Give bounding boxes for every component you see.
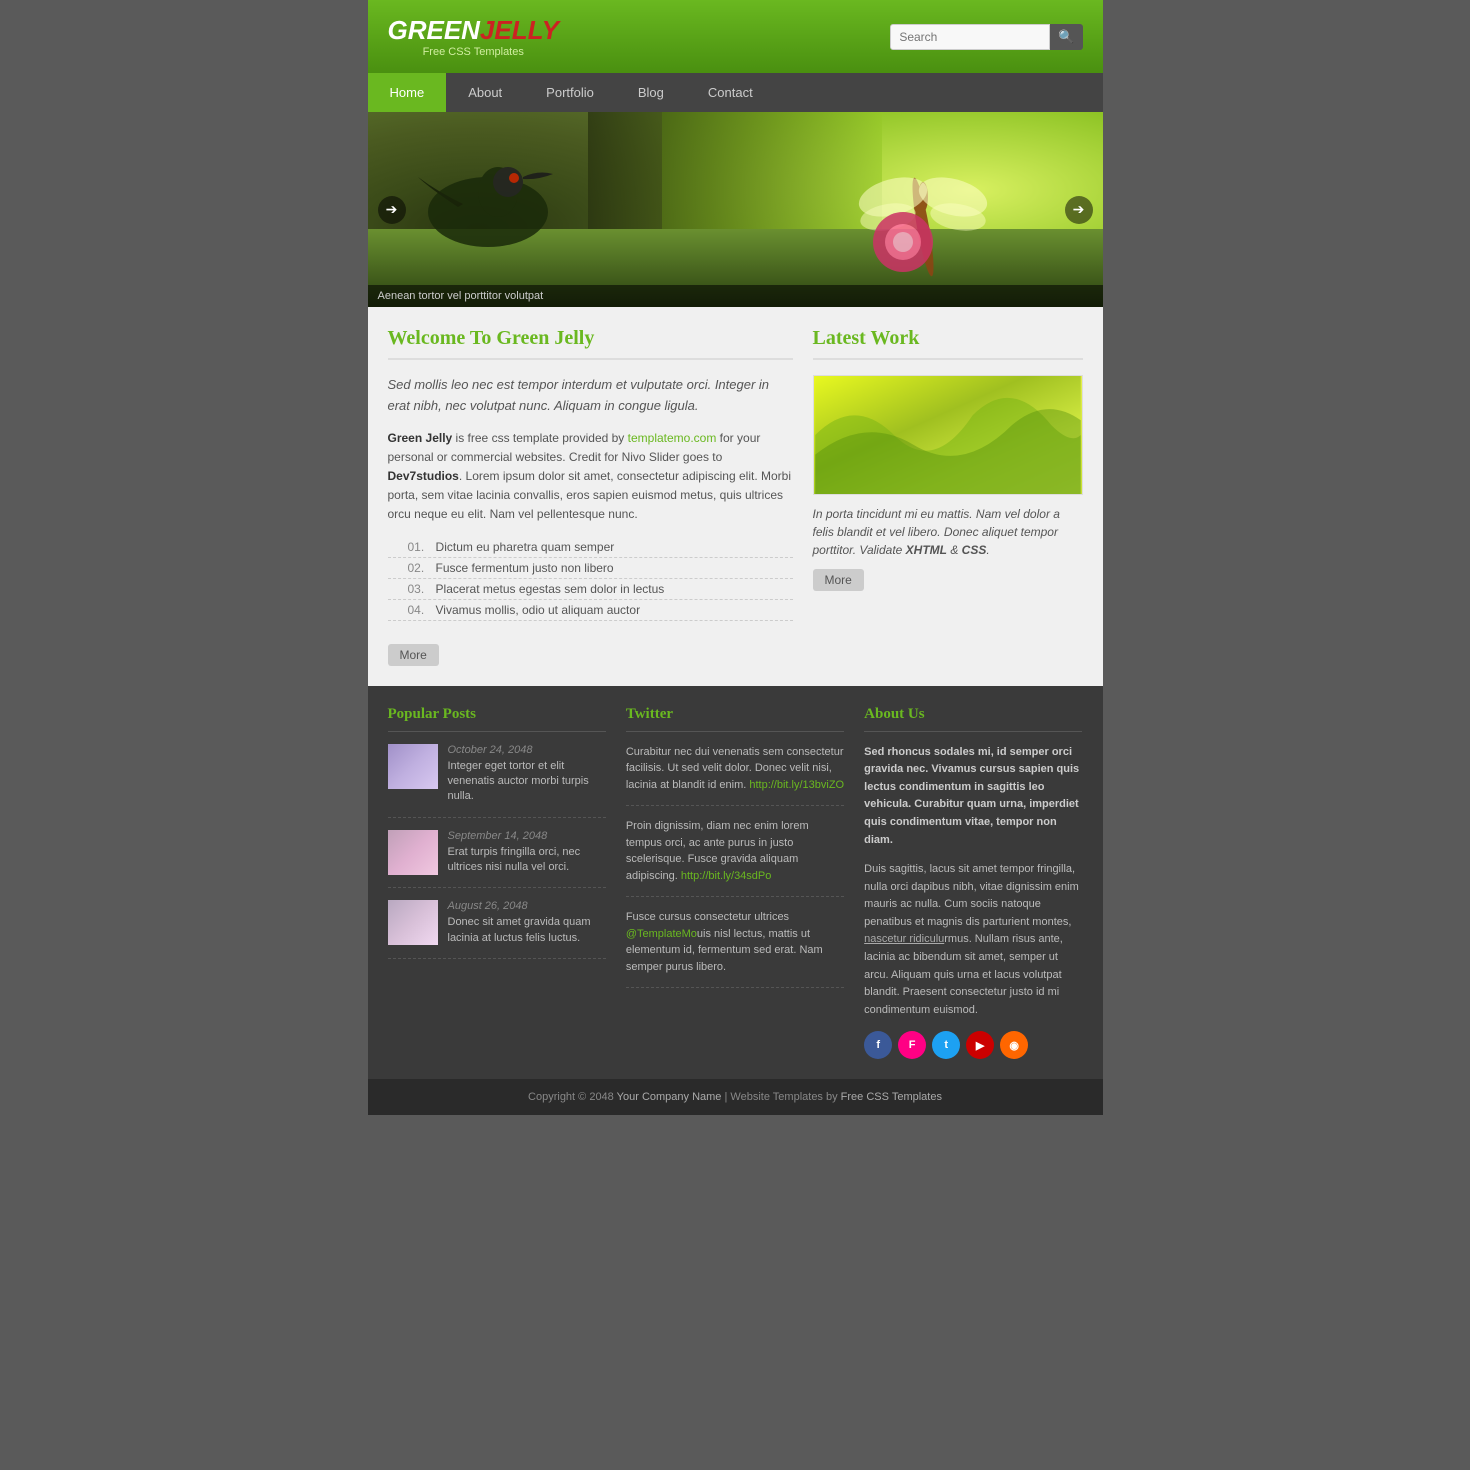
flower-image	[853, 197, 953, 287]
post-text: Erat turpis fringilla orci, nec ultrices…	[448, 845, 606, 876]
tweet-item: Fusce cursus consectetur ultrices @Templ…	[626, 909, 844, 988]
rss-icon[interactable]: ◉	[1000, 1031, 1028, 1059]
tweet-link[interactable]: http://bit.ly/34sdPo	[681, 870, 772, 882]
list-item: 02. Fusce fermentum justo non libero	[388, 558, 793, 579]
post-content: October 24, 2048 Integer eget tortor et …	[448, 744, 606, 805]
nav-link-about[interactable]: About	[446, 73, 524, 112]
welcome-more-button[interactable]: More	[388, 644, 439, 666]
slider-prev-button[interactable]: ➔	[378, 196, 406, 224]
youtube-icon[interactable]: ▶	[966, 1031, 994, 1059]
dev7studios-link[interactable]: Dev7studios	[388, 469, 459, 483]
list-item: 03. Placerat metus egestas sem dolor in …	[388, 579, 793, 600]
nav-link-portfolio[interactable]: Portfolio	[524, 73, 616, 112]
nav-item-portfolio[interactable]: Portfolio	[524, 73, 616, 112]
nav-item-home[interactable]: Home	[368, 73, 447, 112]
latest-work-section: Latest Work	[813, 327, 1083, 666]
brand-name: Green Jelly	[388, 431, 453, 445]
welcome-section: Welcome To Green Jelly Sed mollis leo ne…	[388, 327, 793, 666]
post-item: October 24, 2048 Integer eget tortor et …	[388, 744, 606, 818]
post-thumbnail	[388, 744, 438, 789]
footer-sections: Popular Posts October 24, 2048 Integer e…	[368, 686, 1103, 1080]
post-item: September 14, 2048 Erat turpis fringilla…	[388, 830, 606, 889]
welcome-body: Green Jelly is free css template provide…	[388, 429, 793, 525]
twitter-handle: @TemplateMo	[626, 928, 697, 940]
work-more-button[interactable]: More	[813, 569, 864, 591]
templates-link[interactable]: Free CSS Templates	[841, 1091, 942, 1103]
latest-work-title: Latest Work	[813, 327, 1083, 360]
about-us-section: About Us Sed rhoncus sodales mi, id semp…	[864, 706, 1082, 1060]
work-preview-image	[813, 375, 1083, 495]
about-para-1: Sed rhoncus sodales mi, id semper orci g…	[864, 744, 1082, 850]
twitter-title: Twitter	[626, 706, 844, 732]
post-date: September 14, 2048	[448, 830, 606, 842]
post-text: Donec sit amet gravida quam lacinia at l…	[448, 915, 606, 946]
social-icons-group: f F t ▶ ◉	[864, 1031, 1082, 1059]
nav-link-home[interactable]: Home	[368, 73, 447, 112]
list-item: 01. Dictum eu pharetra quam semper	[388, 537, 793, 558]
post-content: September 14, 2048 Erat turpis fringilla…	[448, 830, 606, 876]
popular-posts-section: Popular Posts October 24, 2048 Integer e…	[388, 706, 606, 1060]
about-link[interactable]: nascetur ridiculu	[864, 933, 944, 945]
main-content: Welcome To Green Jelly Sed mollis leo ne…	[368, 307, 1103, 686]
about-para-2: Duis sagittis, lacus sit amet tempor fri…	[864, 861, 1082, 1019]
logo-green: GREEN	[388, 15, 480, 45]
nav-link-contact[interactable]: Contact	[686, 73, 775, 112]
facebook-icon[interactable]: f	[864, 1031, 892, 1059]
search-area: 🔍	[890, 24, 1082, 50]
tweet-link[interactable]: http://bit.ly/13bviZO	[749, 779, 844, 791]
search-input[interactable]	[890, 24, 1050, 50]
footer-copyright: Copyright © 2048 Your Company Name | Web…	[368, 1079, 1103, 1115]
nav-item-contact[interactable]: Contact	[686, 73, 775, 112]
work-caption: In porta tincidunt mi eu mattis. Nam vel…	[813, 505, 1083, 559]
nav-item-blog[interactable]: Blog	[616, 73, 686, 112]
welcome-title: Welcome To Green Jelly	[388, 327, 793, 360]
logo-tagline: Free CSS Templates	[388, 46, 559, 58]
post-text: Integer eget tortor et elit venenatis au…	[448, 759, 606, 805]
list-item: 04. Vivamus mollis, odio ut aliquam auct…	[388, 600, 793, 621]
about-us-title: About Us	[864, 706, 1082, 732]
copyright-text: Copyright © 2048	[528, 1091, 617, 1103]
nav-item-about[interactable]: About	[446, 73, 524, 112]
post-date: October 24, 2048	[448, 744, 606, 756]
twitter-icon[interactable]: t	[932, 1031, 960, 1059]
slider-caption: Aenean tortor vel porttitor volutpat	[368, 285, 1103, 307]
welcome-intro: Sed mollis leo nec est tempor interdum e…	[388, 375, 793, 417]
post-date: August 26, 2048	[448, 900, 606, 912]
popular-posts-title: Popular Posts	[388, 706, 606, 732]
post-item: August 26, 2048 Donec sit amet gravida q…	[388, 900, 606, 959]
twitter-section: Twitter Curabitur nec dui venenatis sem …	[626, 706, 844, 1060]
tweet-item: Curabitur nec dui venenatis sem consecte…	[626, 744, 844, 807]
slider-next-button[interactable]: ➔	[1065, 196, 1093, 224]
templates-text: Website Templates by	[730, 1091, 840, 1103]
tweet-item: Proin dignissim, diam nec enim lorem tem…	[626, 818, 844, 897]
hero-slider: ➔ ➔ Aenean tortor vel porttitor volutpat	[368, 112, 1103, 307]
company-link[interactable]: Your Company Name	[617, 1091, 722, 1103]
bird-image	[408, 132, 588, 282]
post-thumbnail	[388, 830, 438, 875]
templatemo-link[interactable]: templatemo.com	[628, 431, 717, 445]
dev7studios-text: Dev7studios	[388, 469, 459, 483]
welcome-list: 01. Dictum eu pharetra quam semper 02. F…	[388, 537, 793, 621]
post-thumbnail	[388, 900, 438, 945]
search-button[interactable]: 🔍	[1050, 24, 1082, 50]
logo-jelly: JELLY	[480, 15, 559, 45]
nav-link-blog[interactable]: Blog	[616, 73, 686, 112]
post-content: August 26, 2048 Donec sit amet gravida q…	[448, 900, 606, 946]
logo: GREENJELLY Free CSS Templates	[388, 15, 559, 58]
flickr-icon[interactable]: F	[898, 1031, 926, 1059]
main-nav: Home About Portfolio Blog Contact	[368, 73, 1103, 112]
